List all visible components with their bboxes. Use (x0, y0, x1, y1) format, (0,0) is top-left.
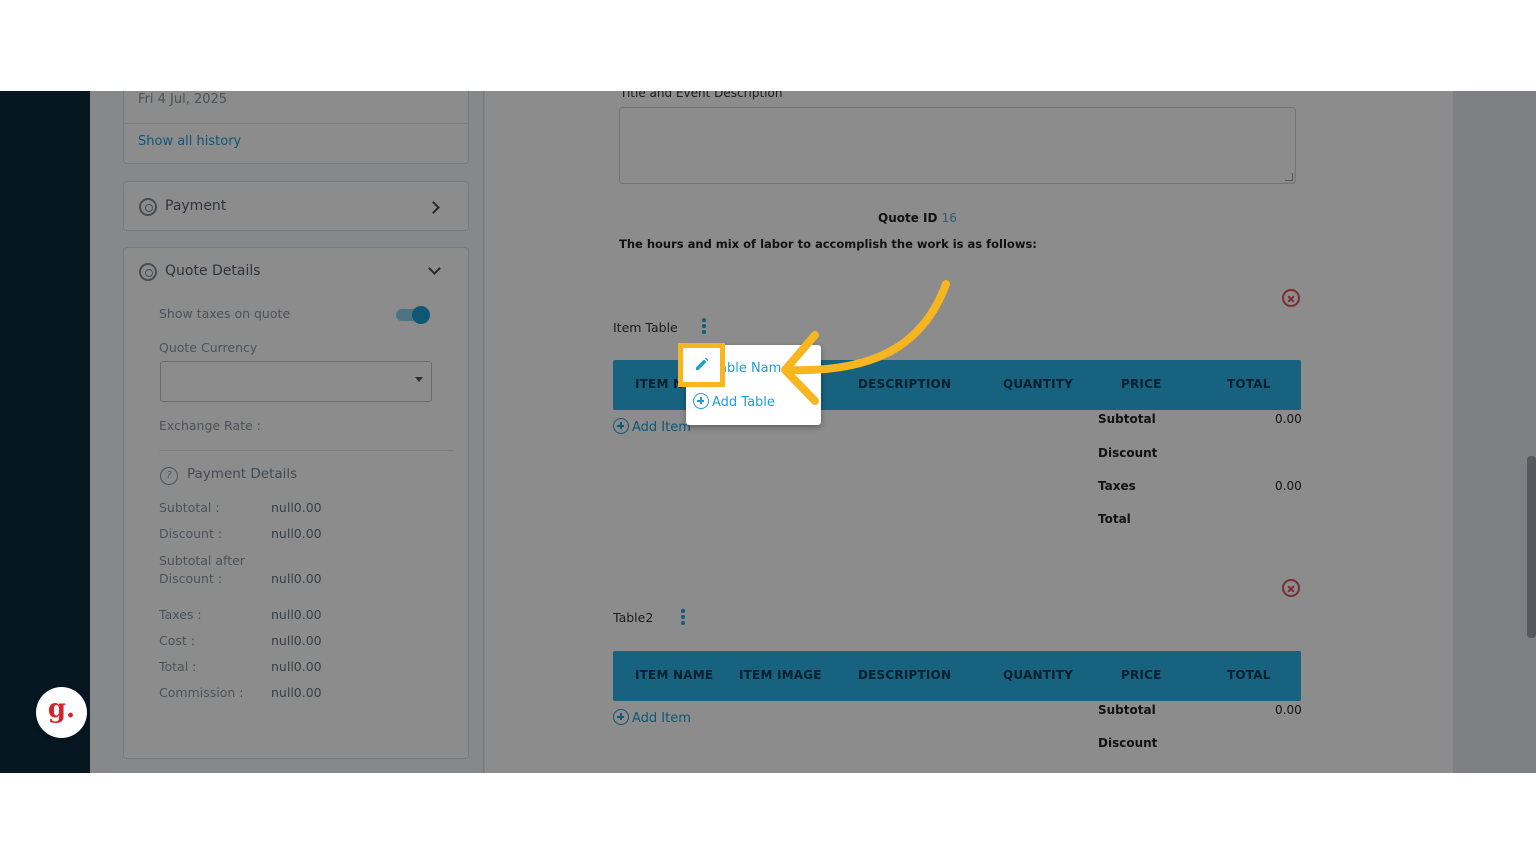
add-table-label: Add Table (712, 395, 775, 410)
pencil-icon (696, 357, 709, 370)
menu-item-edit-table-name[interactable]: able Nam (719, 361, 781, 376)
dim-overlay (0, 91, 1536, 773)
menu-item-add-table[interactable]: Add Table (693, 393, 775, 410)
plus-circle-icon (693, 393, 709, 409)
screen: Fri 4 Jul, 2025 Show all history Payment… (0, 91, 1536, 773)
app-logo[interactable]: g. (36, 687, 87, 738)
highlighted-edit-button[interactable] (678, 343, 725, 387)
